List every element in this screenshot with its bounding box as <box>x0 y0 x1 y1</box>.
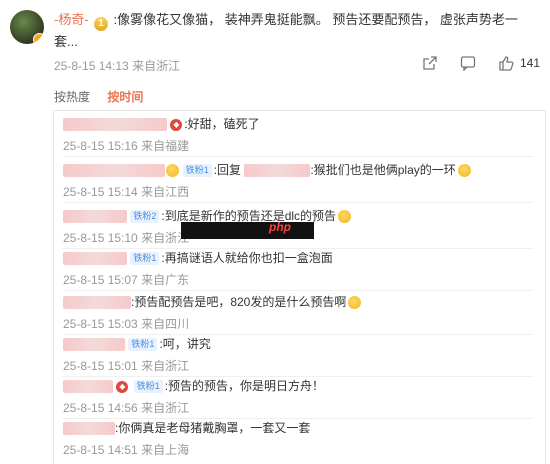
comment-time: 25-8-15 14:56 <box>63 401 138 415</box>
comment-text: :呵，讲究 <box>159 337 211 351</box>
fan-tag: 铁粉1 <box>182 164 212 178</box>
like-icon[interactable] <box>498 55 514 71</box>
comment-item: 铁粉1:呵，讲究 25-8-15 15:01 来自浙江 <box>63 335 533 374</box>
username-redacted <box>63 338 125 352</box>
comment-text: :好甜，磕死了 <box>184 117 260 131</box>
comment-location: 来自浙江 <box>141 401 190 415</box>
php-logo: php <box>269 220 291 234</box>
emoji-icon <box>457 164 471 178</box>
comment-location: 来自四川 <box>141 317 190 331</box>
comment-time: 25-8-15 15:07 <box>63 273 138 287</box>
comment-text: :再搞谜语人就给你也扣一盒泡面 <box>161 251 333 265</box>
username-redacted <box>63 252 127 266</box>
reply-target-redacted <box>244 164 311 178</box>
comment-text: :预告配预告是吧，820发的是什么预告啊 <box>131 295 347 309</box>
sort-by-time[interactable]: 按时间 <box>107 90 143 104</box>
comment-time: 25-8-15 14:51 <box>63 443 138 457</box>
comment-sort-bar: 按热度 按时间 <box>54 88 157 105</box>
share-icon[interactable] <box>422 55 438 71</box>
comment-item: 铁粉1:再搞谜语人就给你也扣一盒泡面 25-8-15 15:07 来自广东 <box>63 249 533 288</box>
comment-text: :回复 <box>213 163 242 177</box>
post-content: :像雾像花又像猫， 装神弄鬼挺能飘。 预告还要配预告， 虚张声势老一套... <box>54 12 518 49</box>
username-redacted <box>63 118 167 132</box>
comment-time: 25-8-15 15:03 <box>63 317 138 331</box>
fan-emoji-icon <box>166 164 180 178</box>
comment-time: 25-8-15 15:16 <box>63 139 138 153</box>
comment-time: 25-8-15 15:01 <box>63 359 138 373</box>
post-author[interactable]: -杨奇- <box>54 12 89 27</box>
avatar-badge-icon: ◆ <box>116 380 129 393</box>
comment-time: 25-8-15 15:10 <box>63 231 138 245</box>
comment-list: ◆:好甜，磕死了 25-8-15 15:16 来自福建 铁粉1:回复 :猴批们也… <box>53 110 546 464</box>
comment-item: ◆ 铁粉1:预告的预告，你是明日方舟！ 25-8-15 14:56 来自浙江 <box>63 377 533 416</box>
comment-location: 来自浙江 <box>141 359 190 373</box>
fan-tag: 铁粉1 <box>133 380 163 394</box>
fan-tag: 铁粉2 <box>130 210 160 224</box>
comment-location: 来自上海 <box>141 443 190 457</box>
username-redacted <box>63 422 115 436</box>
comment-item: :你俩真是老母猪戴胸罩，一套又一套 25-8-15 14:51 来自上海 <box>63 419 533 458</box>
username-redacted <box>63 164 165 178</box>
like-count: 141 <box>519 56 540 70</box>
comment-item: 铁粉1:回复 :猴批们也是他俩play的一环 25-8-15 15:14 来自江… <box>63 161 533 200</box>
watermark-overlay: php <box>181 220 314 239</box>
emoji-icon <box>348 296 362 310</box>
comment-text: :预告的预告，你是明日方舟！ <box>164 379 325 393</box>
comment-location: 来自江西 <box>141 185 190 199</box>
post-timestamp: 25-8-15 14:13 <box>54 59 129 73</box>
level-badge: 1 <box>94 17 108 31</box>
post-actions: 141 <box>422 54 540 72</box>
comment-icon[interactable] <box>460 55 476 72</box>
comment-item: :预告配预告是吧，820发的是什么预告啊 25-8-15 15:03 来自四川 <box>63 293 533 332</box>
post-text: -杨奇- 1 :像雾像花又像猫， 装神弄鬼挺能飘。 预告还要配预告， 虚张声势老… <box>54 9 534 52</box>
username-redacted <box>63 296 131 310</box>
fan-tag: 铁粉1 <box>128 338 158 352</box>
comment-item: ◆:好甜，磕死了 25-8-15 15:16 来自福建 <box>63 115 533 154</box>
weibo-post: -杨奇- 1 :像雾像花又像猫， 装神弄鬼挺能飘。 预告还要配预告， 虚张声势老… <box>0 0 550 82</box>
comment-time: 25-8-15 15:14 <box>63 185 138 199</box>
post-location: 来自浙江 <box>132 59 181 73</box>
username-redacted <box>63 210 127 224</box>
comment-text: :到底是新作的预告还是dlc的预告 <box>161 209 337 223</box>
comment-text-2: :猴批们也是他俩play的一环 <box>310 163 456 177</box>
sort-by-hot[interactable]: 按热度 <box>54 90 90 104</box>
post-meta: 25-8-15 14:13 来自浙江 <box>54 57 180 74</box>
comment-text: :你俩真是老母猪戴胸罩，一套又一套 <box>115 421 311 435</box>
comment-location: 来自福建 <box>141 139 190 153</box>
avatar-badge-icon: ◆ <box>170 118 183 131</box>
username-redacted <box>63 380 113 394</box>
fan-tag: 铁粉1 <box>130 252 160 266</box>
verified-icon <box>33 33 44 44</box>
avatar[interactable] <box>10 10 44 44</box>
emoji-icon <box>338 210 352 224</box>
comment-location: 来自广东 <box>141 273 190 287</box>
